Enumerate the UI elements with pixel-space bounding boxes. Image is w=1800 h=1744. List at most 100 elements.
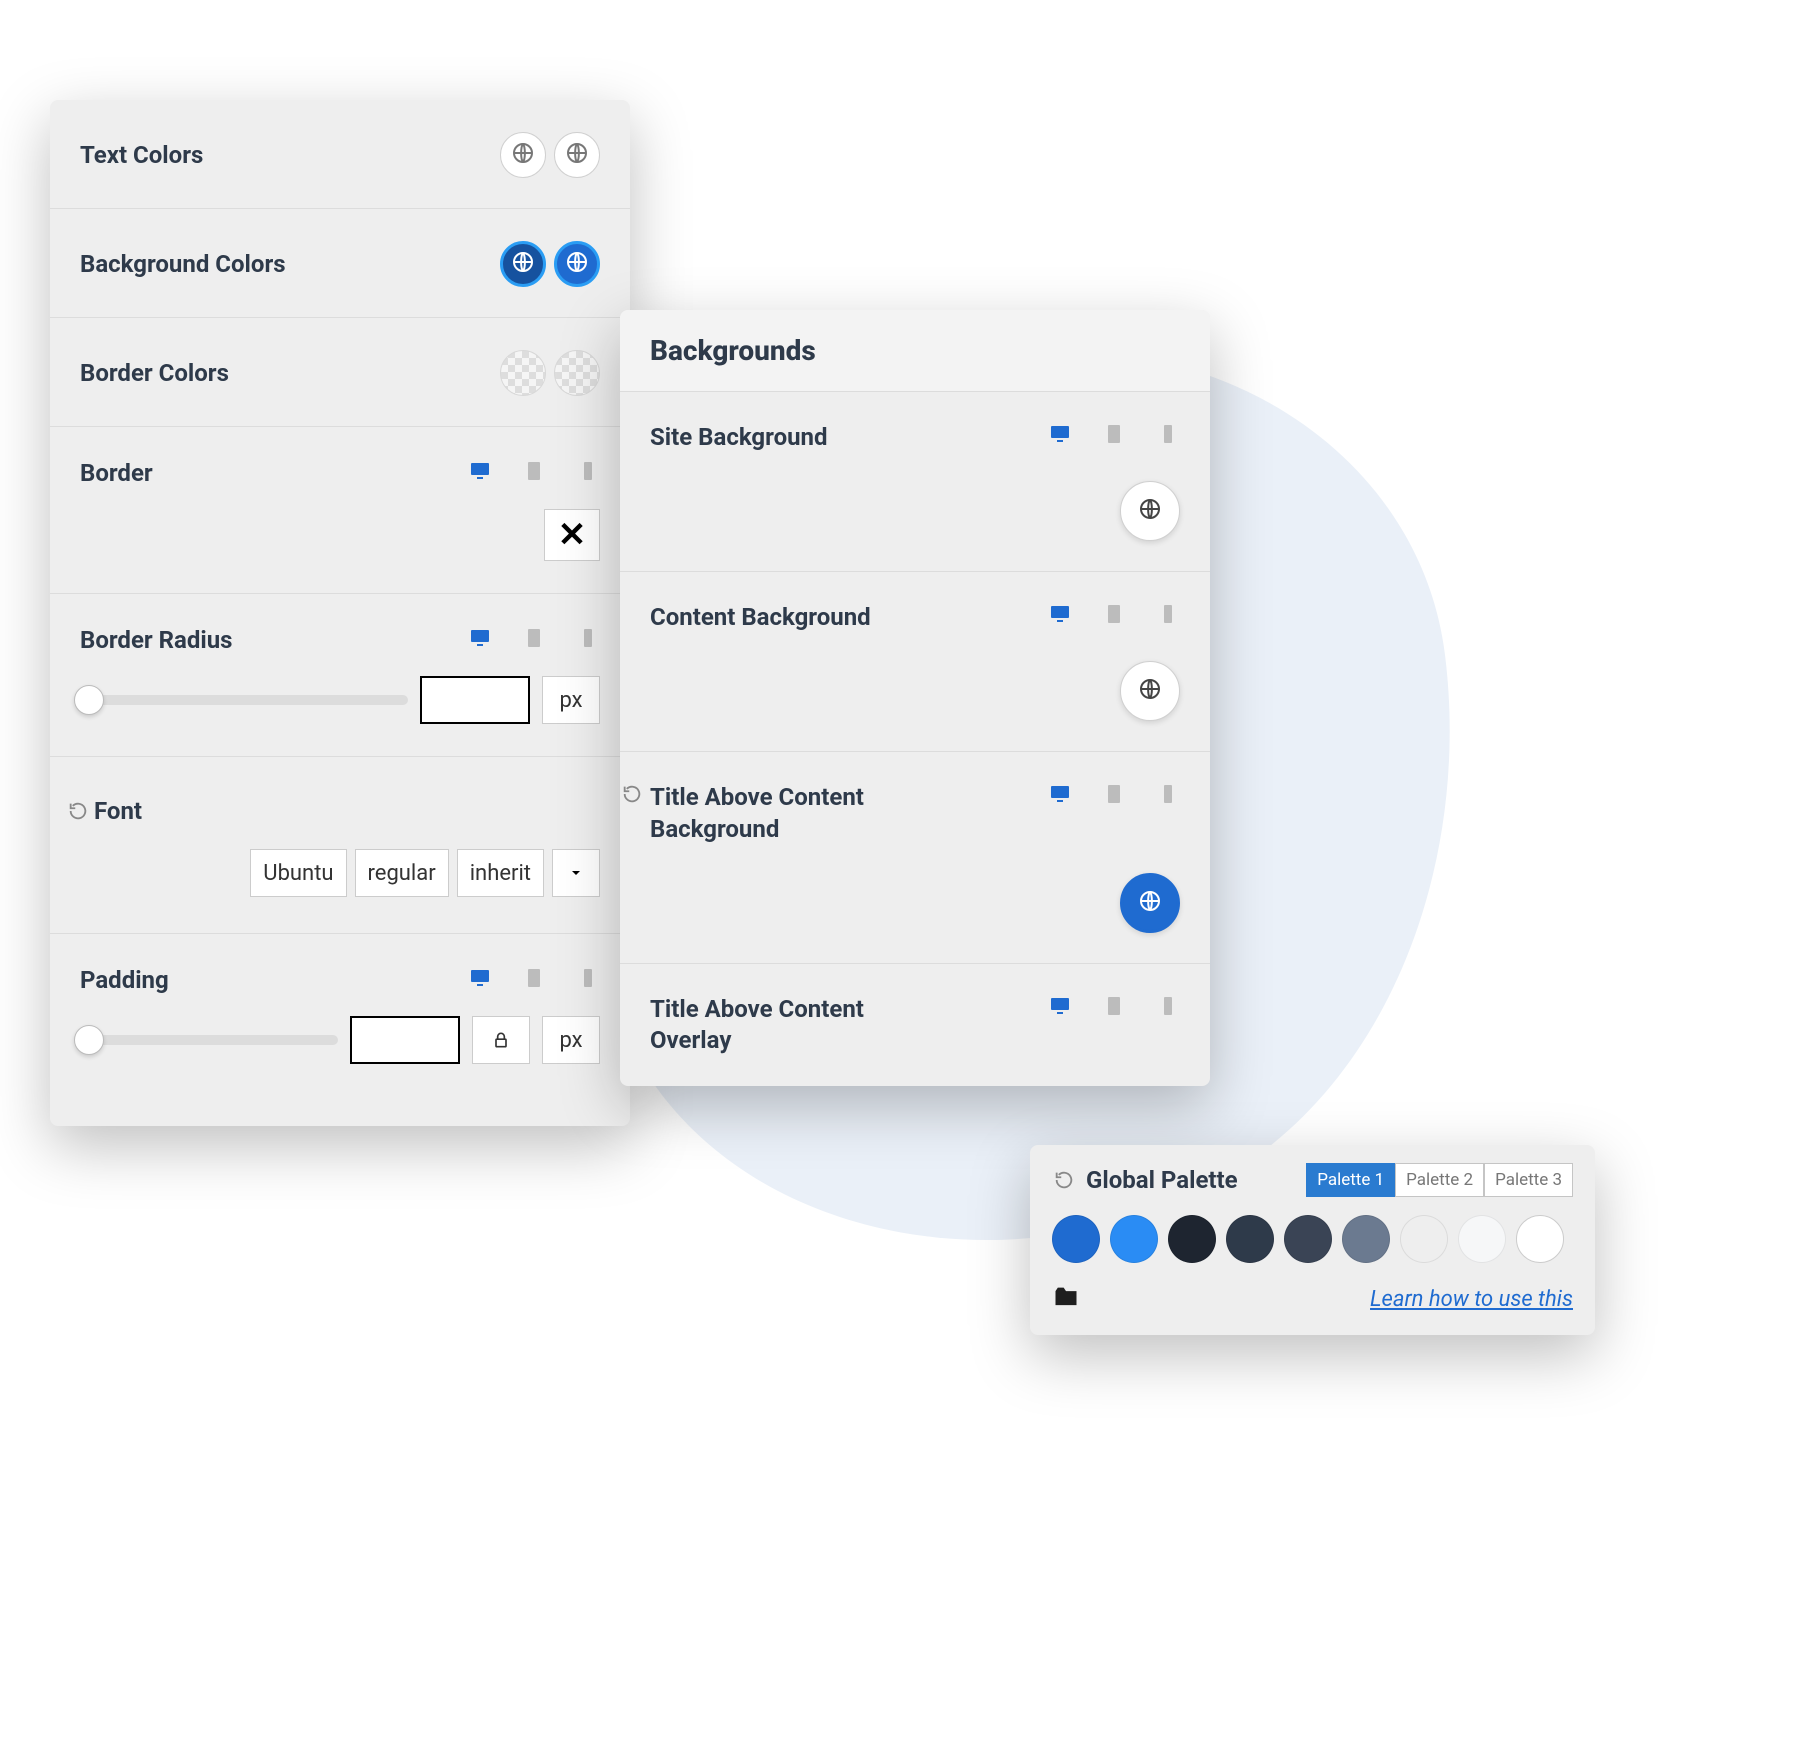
tablet-icon[interactable]: [522, 626, 546, 654]
mobile-icon[interactable]: [576, 459, 600, 487]
padding-row: Padding: [50, 934, 630, 1006]
backgrounds-title: Backgrounds: [620, 310, 1210, 392]
device-icons: [1048, 602, 1180, 630]
background-section-row: Content Background: [620, 572, 1210, 752]
folder-icon[interactable]: [1052, 1283, 1080, 1315]
text-colors-label: Text Colors: [80, 141, 203, 169]
slider-thumb[interactable]: [74, 685, 104, 715]
mobile-icon[interactable]: [576, 626, 600, 654]
desktop-icon[interactable]: [468, 459, 492, 487]
mobile-icon[interactable]: [576, 966, 600, 994]
border-radius-row: Border Radius: [50, 594, 630, 666]
background-section-label: Content Background: [650, 602, 871, 633]
border-radius-label: Border Radius: [80, 626, 233, 654]
background-colors-label: Background Colors: [80, 250, 286, 278]
background-color-swatch-2[interactable]: [554, 241, 600, 287]
padding-label: Padding: [80, 966, 169, 994]
globe-icon: [1138, 497, 1162, 525]
padding-input[interactable]: [350, 1016, 460, 1064]
desktop-icon[interactable]: [468, 966, 492, 994]
background-color-button[interactable]: [1120, 661, 1180, 721]
tablet-icon[interactable]: [1102, 994, 1126, 1022]
font-family-select[interactable]: Ubuntu: [250, 849, 346, 897]
palette-tabs: Palette 1Palette 2Palette 3: [1306, 1163, 1573, 1197]
text-colors-row: Text Colors: [50, 100, 630, 209]
text-color-swatch-2[interactable]: [554, 132, 600, 178]
globe-icon: [1138, 677, 1162, 705]
palette-tab[interactable]: Palette 1: [1306, 1163, 1395, 1197]
color-swatch[interactable]: [1400, 1215, 1448, 1263]
globe-icon: [565, 250, 589, 278]
tablet-icon[interactable]: [1102, 782, 1126, 810]
background-colors-row: Background Colors: [50, 209, 630, 318]
border-radius-slider[interactable]: [80, 695, 408, 705]
tablet-icon[interactable]: [522, 459, 546, 487]
font-size-select[interactable]: inherit: [457, 849, 544, 897]
border-colors-label: Border Colors: [80, 359, 229, 387]
desktop-icon[interactable]: [1048, 422, 1072, 450]
font-dropdown-caret[interactable]: [552, 849, 600, 897]
mobile-icon[interactable]: [1156, 602, 1180, 630]
slider-thumb[interactable]: [74, 1025, 104, 1055]
font-weight-select[interactable]: regular: [355, 849, 449, 897]
palette-tab[interactable]: Palette 2: [1395, 1163, 1484, 1197]
reset-icon[interactable]: [66, 799, 90, 823]
mobile-icon[interactable]: [1156, 782, 1180, 810]
desktop-icon[interactable]: [1048, 782, 1072, 810]
padding-lock-button[interactable]: [472, 1016, 530, 1064]
color-swatch[interactable]: [1342, 1215, 1390, 1263]
reset-icon[interactable]: [620, 782, 644, 806]
globe-icon: [511, 141, 535, 169]
color-swatch[interactable]: [1052, 1215, 1100, 1263]
border-colors-row: Border Colors: [50, 318, 630, 427]
border-value-row: ✕: [50, 499, 630, 594]
text-color-swatch-1[interactable]: [500, 132, 546, 178]
border-none-button[interactable]: ✕: [544, 509, 600, 561]
border-color-swatch-1[interactable]: [500, 350, 546, 396]
border-color-swatch-2[interactable]: [554, 350, 600, 396]
tablet-icon[interactable]: [522, 966, 546, 994]
color-swatch[interactable]: [1516, 1215, 1564, 1263]
font-inputs-row: Ubuntu regular inherit: [50, 835, 630, 934]
background-section-label: Title Above Content Background: [650, 782, 950, 844]
padding-slider-row: px: [50, 1006, 630, 1096]
color-swatch[interactable]: [1226, 1215, 1274, 1263]
background-color-button[interactable]: [1120, 481, 1180, 541]
mobile-icon[interactable]: [1156, 994, 1180, 1022]
desktop-icon[interactable]: [468, 626, 492, 654]
background-color-swatch-1[interactable]: [500, 241, 546, 287]
color-swatch[interactable]: [1458, 1215, 1506, 1263]
color-swatch[interactable]: [1168, 1215, 1216, 1263]
border-radius-slider-row: px: [50, 666, 630, 757]
tablet-icon[interactable]: [1102, 422, 1126, 450]
tablet-icon[interactable]: [1102, 602, 1126, 630]
device-icons: [1048, 782, 1180, 810]
background-section-label: Title Above Content Overlay: [650, 994, 950, 1056]
learn-how-link[interactable]: Learn how to use this: [1370, 1287, 1573, 1312]
background-section-row: Title Above Content Overlay: [620, 964, 1210, 1086]
style-settings-panel: Text Colors Background Colors: [50, 100, 630, 1126]
mobile-icon[interactable]: [1156, 422, 1180, 450]
device-icons: [1048, 994, 1180, 1022]
reset-icon[interactable]: [1052, 1168, 1076, 1192]
padding-unit[interactable]: px: [542, 1016, 600, 1064]
font-label: Font: [94, 797, 142, 825]
background-color-button[interactable]: [1120, 873, 1180, 933]
color-swatch[interactable]: [1284, 1215, 1332, 1263]
desktop-icon[interactable]: [1048, 602, 1072, 630]
global-palette-title: Global Palette: [1086, 1166, 1238, 1194]
palette-swatches: [1052, 1215, 1573, 1263]
desktop-icon[interactable]: [1048, 994, 1072, 1022]
color-swatch[interactable]: [1110, 1215, 1158, 1263]
background-section-row: Site Background: [620, 392, 1210, 572]
palette-tab[interactable]: Palette 3: [1484, 1163, 1573, 1197]
globe-icon: [511, 250, 535, 278]
background-section-row: Title Above Content Background: [620, 752, 1210, 963]
background-section-label: Site Background: [650, 422, 828, 453]
globe-icon: [565, 141, 589, 169]
global-palette-panel: Global Palette Palette 1Palette 2Palette…: [1030, 1145, 1595, 1335]
border-radius-unit[interactable]: px: [542, 676, 600, 724]
padding-slider[interactable]: [80, 1035, 338, 1045]
backgrounds-panel: Backgrounds Site Background Content Backg…: [620, 310, 1210, 1086]
border-radius-input[interactable]: [420, 676, 530, 724]
